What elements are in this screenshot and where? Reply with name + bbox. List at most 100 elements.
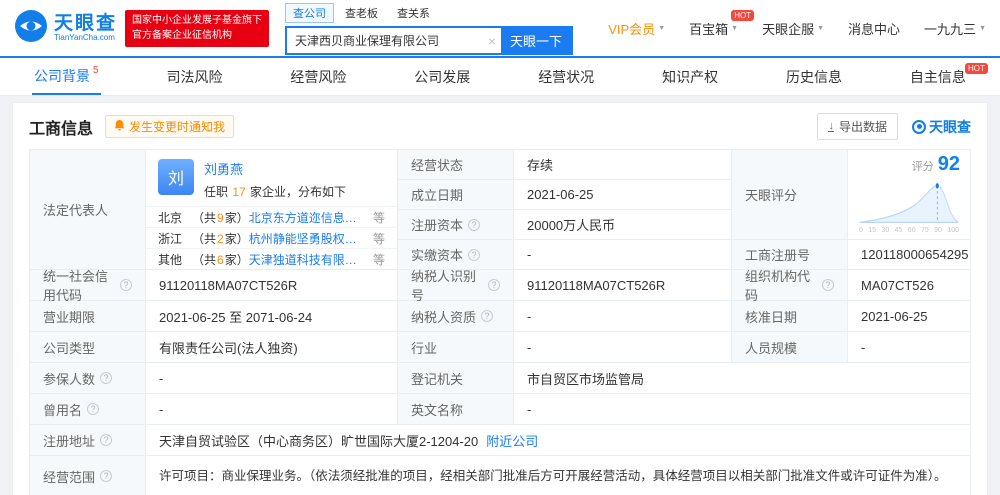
help-icon[interactable] bbox=[100, 470, 113, 482]
gov-badge-line2: 官方备案企业征信机构 bbox=[132, 30, 233, 41]
tianyancha-logo-icon bbox=[14, 9, 48, 48]
legal-rep-summary: 刘 刘勇燕 任职 17 家企业，分布如下 bbox=[146, 150, 397, 207]
search-tab-relation[interactable]: 查关系 bbox=[389, 3, 438, 23]
region-company-link[interactable]: 天津独道科技有限公司 bbox=[249, 251, 363, 268]
help-icon[interactable] bbox=[100, 372, 113, 384]
address-text: 天津自贸试验区（中心商务区）旷世国际大厦2-1204-20 bbox=[159, 433, 479, 449]
value-former-name: - bbox=[146, 394, 398, 425]
search-tab-boss[interactable]: 查老板 bbox=[337, 3, 386, 23]
region-count: （共9家） bbox=[192, 210, 249, 225]
avatar[interactable]: 刘 bbox=[158, 159, 194, 195]
tab-company-background[interactable]: 公司背景 5 bbox=[32, 58, 101, 95]
label-former-name: 曾用名 bbox=[30, 394, 146, 425]
search-box: × 天眼一下 bbox=[285, 26, 574, 55]
tab-history-info[interactable]: 历史信息 bbox=[784, 58, 844, 95]
export-data-button[interactable]: ↓ 导出数据 bbox=[817, 113, 898, 140]
hot-badge: HOT bbox=[731, 9, 755, 21]
label-credit-code: 统一社会信用代码 bbox=[30, 269, 146, 303]
search-input[interactable] bbox=[287, 33, 484, 48]
hot-badge: HOT bbox=[965, 63, 988, 74]
label-text: 组织机构代码 bbox=[745, 269, 811, 303]
tab-operating-risk[interactable]: 经营风险 bbox=[288, 58, 348, 95]
value-approval-date: 2021-06-25 bbox=[848, 301, 970, 332]
tianyancha-watermark-label: 天眼查 bbox=[929, 118, 971, 135]
header-links: VIP会员 ▼ 百宝箱 ▼ HOT 天眼企服 ▼ 消息中心 一九九三 ▼ bbox=[608, 9, 986, 38]
legal-rep-name-link[interactable]: 刘勇燕 bbox=[204, 159, 346, 178]
help-icon[interactable] bbox=[822, 279, 834, 291]
tianyancha-watermark: 天眼查 bbox=[912, 117, 971, 137]
region-company-link[interactable]: 北京东方道迩信息技... bbox=[249, 209, 363, 226]
label-company-type: 公司类型 bbox=[30, 332, 146, 363]
username-label: 一九九三 bbox=[924, 21, 977, 37]
message-center-label: 消息中心 bbox=[848, 21, 901, 37]
label-business-status: 经营状态 bbox=[398, 150, 514, 180]
label-business-scope: 经营范围 bbox=[30, 456, 146, 495]
gov-certification-badge: 国家中小企业发展子基金旗下 官方备案企业征信机构 bbox=[125, 9, 270, 47]
tab-label: 历史信息 bbox=[786, 68, 842, 85]
region-company-link[interactable]: 杭州静能坚勇股权投... bbox=[249, 230, 363, 247]
label-business-term: 营业期限 bbox=[30, 301, 146, 332]
help-icon[interactable] bbox=[468, 248, 481, 261]
tab-label: 公司背景 bbox=[34, 67, 90, 84]
tab-label: 自主信息 bbox=[909, 68, 966, 85]
value-insured-count: - bbox=[146, 363, 398, 394]
help-icon[interactable] bbox=[100, 434, 113, 446]
label-establish-date: 成立日期 bbox=[398, 180, 514, 210]
label-approval-date: 核准日期 bbox=[732, 301, 848, 332]
enterprise-service-label: 天眼企服 bbox=[762, 21, 815, 37]
label-org-code: 组织机构代码 bbox=[732, 269, 848, 303]
label-insured-count: 参保人数 bbox=[30, 363, 146, 394]
region-name: 北京 bbox=[158, 210, 183, 225]
score-value: 92 bbox=[937, 153, 960, 175]
tianyancha-logo[interactable]: 天眼查 TianYanCha.com bbox=[14, 9, 117, 48]
label-text: 参保人数 bbox=[43, 371, 96, 387]
value-paidin-capital: - bbox=[514, 240, 732, 270]
tab-label: 经营状况 bbox=[538, 68, 595, 85]
score-axis-ticks: 0 15 30 45 60 75 90 100 bbox=[859, 227, 959, 234]
value-registration-authority: 市自贸区市场监管局 bbox=[514, 363, 970, 394]
etc-label: 等 bbox=[372, 210, 385, 225]
brand-domain: TianYanCha.com bbox=[54, 33, 115, 43]
tab-operating-status[interactable]: 经营状况 bbox=[536, 58, 596, 95]
bell-icon bbox=[114, 119, 125, 134]
value-taxpayer-quality: - bbox=[514, 301, 732, 332]
caret-down-icon: ▼ bbox=[817, 24, 825, 32]
tab-self-info[interactable]: 自主信息 HOT bbox=[908, 58, 988, 95]
tab-intellectual-property[interactable]: 知识产权 bbox=[660, 58, 720, 95]
legal-rep-role-summary: 任职 17 家企业，分布如下 bbox=[204, 183, 346, 200]
help-icon[interactable] bbox=[120, 279, 132, 291]
search-area: 查公司 查老板 查关系 × 天眼一下 bbox=[285, 1, 574, 55]
label-taxpayer-id: 纳税人识别号 bbox=[398, 269, 514, 303]
region-count: （共2家） bbox=[192, 231, 249, 246]
nearby-companies-link[interactable]: 附近公司 bbox=[486, 431, 538, 450]
role-count[interactable]: 17 bbox=[231, 185, 246, 199]
change-notify-button[interactable]: 发生变更时通知我 bbox=[105, 115, 235, 138]
help-icon[interactable] bbox=[468, 218, 481, 231]
search-button[interactable]: 天眼一下 bbox=[501, 28, 572, 53]
label-taxpayer-quality: 纳税人资质 bbox=[398, 301, 514, 332]
toolbox-link[interactable]: 百宝箱 ▼ HOT bbox=[689, 9, 755, 38]
business-info-card: 工商信息 发生变更时通知我 ↓ 导出数据 天眼查 法定代表人 刘 刘勇燕 任职 … bbox=[12, 102, 988, 495]
brand-name: 天眼查 bbox=[54, 12, 118, 34]
top-header: 天眼查 TianYanCha.com 国家中小企业发展子基金旗下 官方备案企业征… bbox=[0, 0, 1000, 56]
etc-label: 等 bbox=[372, 231, 385, 246]
help-icon[interactable] bbox=[488, 279, 500, 291]
etc-label: 等 bbox=[372, 252, 385, 267]
help-icon[interactable] bbox=[87, 403, 100, 415]
help-icon[interactable] bbox=[481, 310, 494, 322]
role-suffix: 家企业，分布如下 bbox=[246, 185, 347, 199]
tianyan-score-cell[interactable]: 评分 92 0 15 30 45 60 75 90 100 bbox=[848, 150, 970, 240]
value-org-code: MA07CT526 bbox=[848, 270, 970, 301]
label-english-name: 英文名称 bbox=[398, 394, 514, 425]
business-info-table: 法定代表人 刘 刘勇燕 任职 17 家企业，分布如下 北京 （共9家） 北京东方… bbox=[29, 149, 971, 495]
clear-search-icon[interactable]: × bbox=[483, 33, 501, 49]
search-tab-company[interactable]: 查公司 bbox=[285, 3, 335, 23]
value-industry: - bbox=[514, 332, 732, 363]
message-center-link[interactable]: 消息中心 bbox=[848, 19, 900, 38]
tab-company-development[interactable]: 公司发展 bbox=[412, 58, 472, 95]
vip-member-link[interactable]: VIP会员 ▼ bbox=[608, 19, 665, 38]
enterprise-service-link[interactable]: 天眼企服 ▼ bbox=[762, 19, 824, 38]
tab-judicial-risk[interactable]: 司法风险 bbox=[164, 58, 224, 95]
section-title: 工商信息 bbox=[29, 120, 94, 138]
user-account-link[interactable]: 一九九三 ▼ bbox=[924, 19, 986, 38]
